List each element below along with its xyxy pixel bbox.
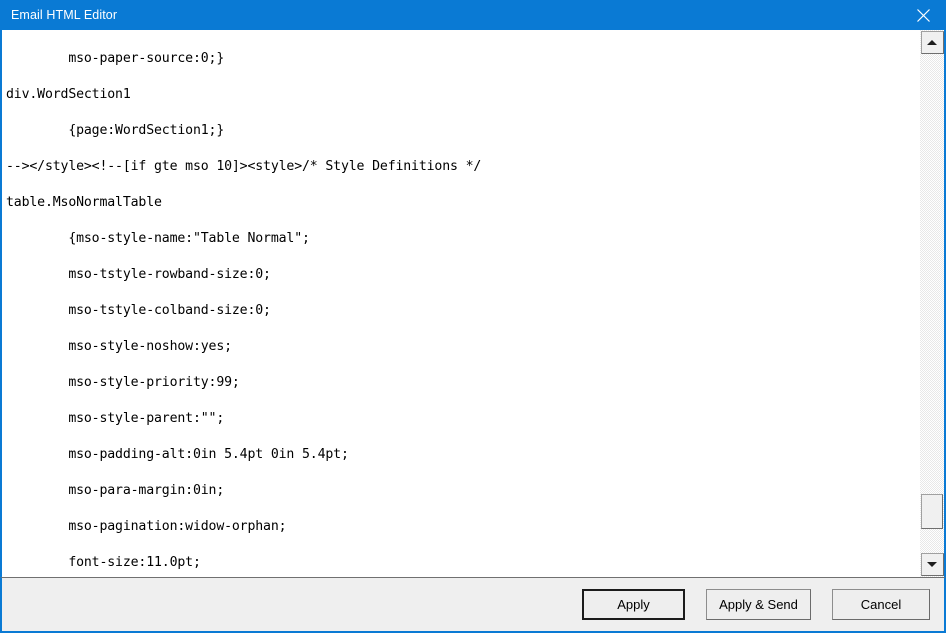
code-line: mso-para-margin:0in; [68, 483, 225, 498]
code-line: mso-tstyle-colband-size:0; [68, 303, 271, 318]
apply-button[interactable]: Apply [582, 589, 685, 620]
vertical-scrollbar[interactable] [919, 30, 944, 577]
title-bar-buttons [900, 0, 946, 30]
scrollbar-thumb[interactable] [921, 494, 943, 529]
html-source-textarea[interactable]: mso-paper-source:0;} div.WordSection1 {p… [2, 30, 919, 577]
cancel-button[interactable]: Cancel [832, 589, 930, 620]
code-line: mso-tstyle-rowband-size:0; [68, 267, 271, 282]
code-line: mso-padding-alt:0in 5.4pt 0in 5.4pt; [68, 447, 349, 462]
code-line: --></style><!--[if gte mso 10]><style>/*… [6, 159, 482, 174]
editor-area: mso-paper-source:0;} div.WordSection1 {p… [0, 30, 946, 577]
code-line: table.MsoNormalTable [6, 195, 162, 210]
window-title: Email HTML Editor [11, 8, 118, 22]
code-line: mso-style-priority:99; [68, 375, 240, 390]
code-content: mso-paper-source:0;} div.WordSection1 {p… [6, 32, 919, 577]
scrollbar-track[interactable] [920, 54, 944, 553]
code-line: font-size:11.0pt; [68, 555, 201, 570]
email-html-editor-window: Email HTML Editor mso-paper-source:0;} d… [0, 0, 946, 633]
dialog-footer: Apply Apply & Send Cancel [0, 577, 946, 633]
scroll-up-button[interactable] [920, 31, 944, 54]
code-line: {mso-style-name:"Table Normal"; [68, 231, 310, 246]
code-line: mso-style-parent:""; [68, 411, 225, 426]
code-line: div.WordSection1 [6, 87, 131, 102]
scroll-up-icon [927, 40, 937, 45]
title-bar: Email HTML Editor [0, 0, 946, 30]
scroll-down-icon [927, 562, 937, 567]
close-icon [916, 8, 930, 22]
code-line: {page:WordSection1;} [68, 123, 225, 138]
code-line: mso-style-noshow:yes; [68, 339, 232, 354]
close-button[interactable] [900, 0, 946, 30]
apply-and-send-button[interactable]: Apply & Send [706, 589, 811, 620]
scroll-down-button[interactable] [920, 553, 944, 576]
code-line: mso-pagination:widow-orphan; [68, 519, 287, 534]
code-line: mso-paper-source:0;} [68, 51, 225, 66]
